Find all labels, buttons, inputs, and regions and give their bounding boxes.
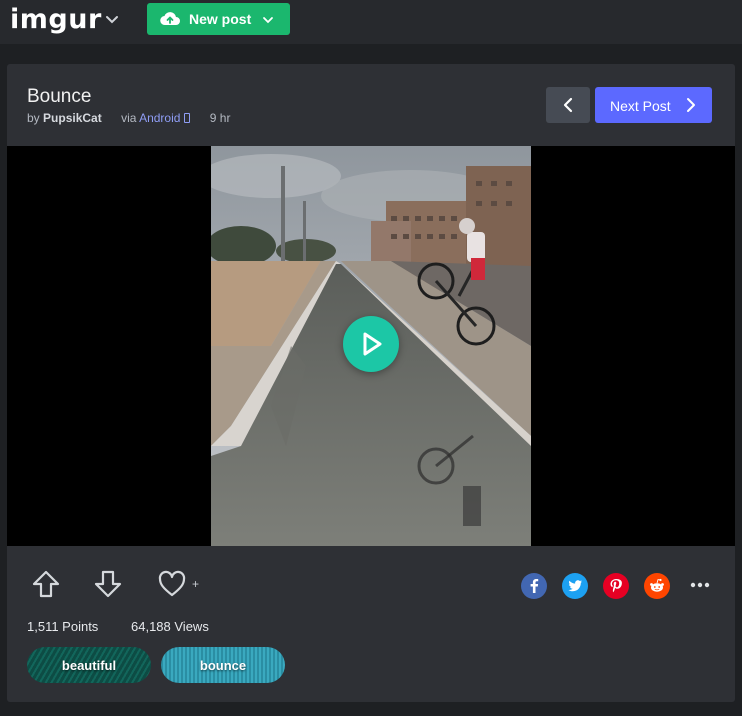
- points-count: 1,511 Points: [27, 619, 99, 634]
- favorite-plus[interactable]: +: [192, 577, 199, 591]
- via-prefix: via: [121, 111, 137, 125]
- platform-link[interactable]: Android: [139, 111, 180, 125]
- chevron-left-icon: [563, 97, 573, 113]
- previous-post-button[interactable]: [546, 87, 590, 123]
- upvote-icon[interactable]: [31, 569, 61, 599]
- twitter-icon: [568, 580, 582, 592]
- downvote-icon[interactable]: [93, 569, 123, 599]
- views-count: 64,188 Views: [131, 619, 209, 634]
- tag-bounce[interactable]: bounce: [161, 647, 285, 683]
- reddit-icon: [650, 578, 664, 592]
- tag-beautiful[interactable]: beautiful: [27, 647, 151, 683]
- by-prefix: by: [27, 111, 40, 125]
- next-post-label: Next Post: [610, 98, 671, 114]
- upload-cloud-icon: [160, 12, 180, 26]
- chevron-down-icon[interactable]: [104, 12, 120, 28]
- top-bar: imgur New post: [0, 0, 742, 44]
- new-post-button[interactable]: New post: [147, 3, 290, 35]
- pinterest-icon: [610, 579, 622, 593]
- post-card: Bounce by PupsikCat via Android 9 hr Nex…: [7, 64, 735, 702]
- heart-icon[interactable]: [157, 570, 187, 598]
- media-container: [7, 146, 735, 546]
- post-time: 9 hr: [209, 111, 231, 125]
- chevron-down-icon: [263, 17, 273, 24]
- imgur-logo[interactable]: imgur: [10, 4, 102, 35]
- facebook-icon: [530, 579, 539, 593]
- chevron-right-icon: [687, 98, 695, 112]
- more-icon[interactable]: [689, 575, 711, 595]
- pinterest-share-button[interactable]: [603, 573, 629, 599]
- twitter-share-button[interactable]: [562, 573, 588, 599]
- author-link[interactable]: PupsikCat: [43, 111, 102, 125]
- phone-icon: [184, 113, 191, 123]
- play-icon: [363, 332, 382, 356]
- play-button[interactable]: [343, 316, 399, 372]
- video-player[interactable]: [211, 146, 531, 546]
- new-post-label: New post: [189, 11, 252, 27]
- next-post-button[interactable]: Next Post: [595, 87, 712, 123]
- post-title: Bounce: [27, 86, 92, 107]
- facebook-share-button[interactable]: [521, 573, 547, 599]
- post-meta: by PupsikCat via Android 9 hr: [27, 111, 230, 125]
- reddit-share-button[interactable]: [644, 573, 670, 599]
